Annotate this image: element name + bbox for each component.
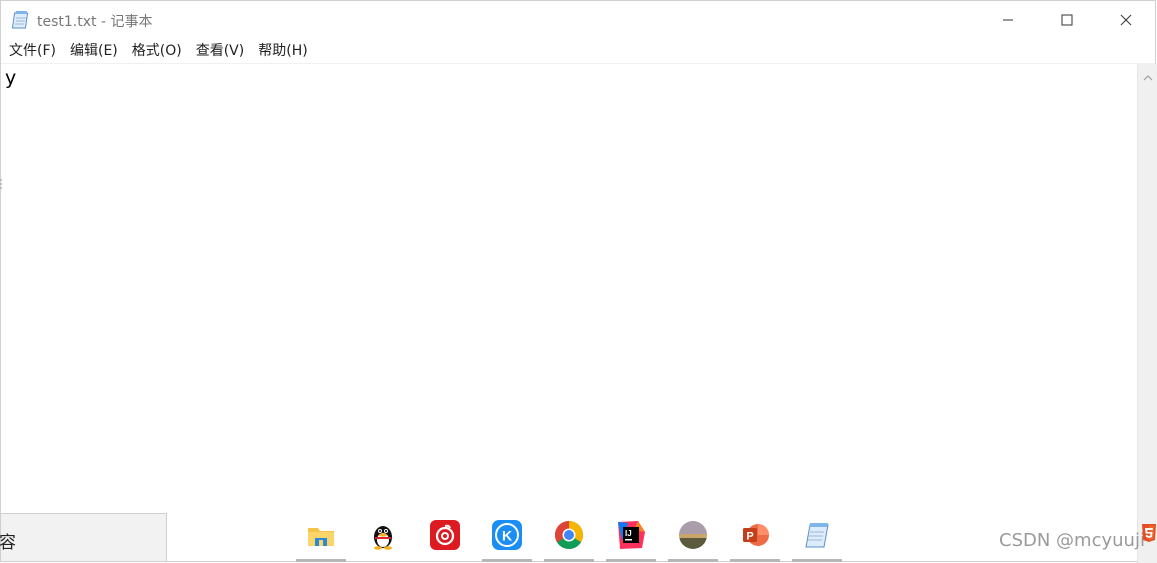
taskbar-netease-music[interactable]: [420, 516, 470, 562]
html5-icon: [1141, 524, 1157, 542]
taskbar-kugou[interactable]: K: [482, 516, 532, 562]
overlay-panel: 容: [0, 513, 167, 562]
taskbar-chrome[interactable]: [544, 516, 594, 562]
menu-format[interactable]: 格式(O): [125, 39, 189, 63]
photo-icon: [678, 520, 708, 550]
notepad-icon: [11, 10, 30, 29]
taskbar-photo[interactable]: [668, 516, 718, 562]
window-title: test1.txt - 记事本: [37, 14, 153, 30]
svg-text:P: P: [746, 531, 753, 543]
powerpoint-icon: P: [740, 520, 770, 550]
close-icon: [1120, 14, 1132, 26]
title-bar[interactable]: test1.txt - 记事本: [1, 1, 1155, 39]
taskbar-powerpoint[interactable]: P: [730, 516, 780, 562]
notepad-window: test1.txt - 记事本 文件(F) 编辑(E) 格式(O) 查看(V) …: [0, 0, 1157, 563]
maximize-icon: [1061, 14, 1073, 26]
scroll-up-icon[interactable]: [1142, 68, 1154, 81]
taskbar-file-explorer[interactable]: [296, 516, 346, 562]
taskbar-notepad[interactable]: [792, 516, 842, 562]
svg-text:IJ: IJ: [625, 529, 632, 538]
maximize-button[interactable]: [1038, 1, 1096, 39]
taskbar-qq[interactable]: [358, 516, 408, 562]
file-explorer-icon: [306, 520, 336, 550]
svg-text:K: K: [502, 528, 512, 544]
vertical-scrollbar[interactable]: [1137, 64, 1157, 563]
close-button[interactable]: [1097, 1, 1155, 39]
overlay-text: 容: [0, 533, 16, 553]
qq-icon: [368, 520, 398, 550]
menu-file[interactable]: 文件(F): [1, 39, 63, 63]
minimize-button[interactable]: [979, 1, 1037, 39]
intellij-idea-icon: IJ: [616, 520, 646, 550]
menu-edit[interactable]: 编辑(E): [63, 39, 125, 63]
window-edge-handle: [0, 176, 3, 191]
csdn-watermark: CSDN @mcyuuji: [999, 530, 1145, 551]
text-editor-area[interactable]: y: [1, 64, 1137, 563]
taskbar-intellij-idea[interactable]: IJ: [606, 516, 656, 562]
kugou-icon: K: [492, 520, 522, 550]
editor-content[interactable]: y: [5, 67, 16, 89]
netease-music-icon: [430, 520, 460, 550]
notepad-icon: [802, 520, 832, 550]
menu-bar: 文件(F) 编辑(E) 格式(O) 查看(V) 帮助(H): [1, 39, 1155, 64]
menu-help[interactable]: 帮助(H): [251, 39, 314, 63]
minimize-icon: [1003, 19, 1013, 21]
chrome-icon: [554, 520, 584, 550]
menu-view[interactable]: 查看(V): [189, 39, 252, 63]
